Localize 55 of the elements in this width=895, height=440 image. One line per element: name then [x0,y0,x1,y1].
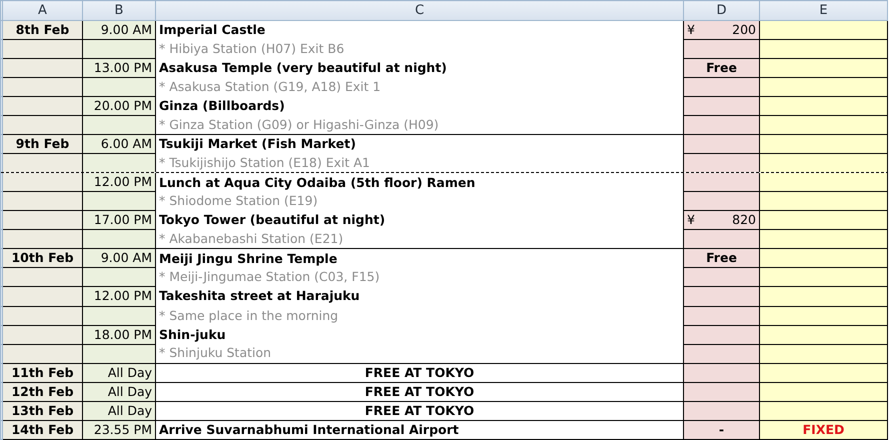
time-cell: All Day [82,401,156,420]
date-cell: 10th Feb [2,248,82,268]
time-cell: 6.00 AM [82,134,156,154]
note-text: * Same place in the morning [159,308,338,323]
cost-cell: Free [684,58,760,78]
time-cell: All Day [82,382,156,402]
activity-text: Imperial Castle [159,22,266,38]
activity-text: Tsukiji Market (Fish Market) [159,136,356,152]
date-cell: 14th Feb [2,420,82,440]
currency-sign: ¥ [687,212,695,229]
column-header[interactable]: B [82,0,156,21]
cost-amount: 820 [732,212,756,229]
activity-text: Meiji Jingu Shrine Temple [159,250,338,266]
column-header[interactable]: A [2,0,82,21]
activity-text: Lunch at Aqua City Odaiba (5th floor) Ramen [159,174,476,190]
time-cell: 9.00 AM [82,248,156,268]
date-cell: 12th Feb [2,382,82,402]
cost-amount: 200 [732,22,756,39]
column-header[interactable]: C [156,0,684,21]
date-cell: 13th Feb [2,401,82,420]
cost-cell: - [684,420,760,440]
note-text: * Shiodome Station (E19) [159,193,318,208]
time-cell: 12.00 PM [82,286,156,306]
column-header[interactable]: D [684,0,760,21]
activity-text: Takeshita street at Harajuku [159,288,360,304]
activity-text: Shin-juku [159,326,226,342]
currency-sign: ¥ [687,22,695,39]
note-text: * Meiji-Jingumae Station (C03, F15) [159,269,380,284]
activity-text: FREE AT TOKYO [364,402,474,418]
note-text: * Ginza Station (G09) or Higashi-Ginza (H09) [159,116,439,132]
time-cell: 13.00 PM [82,58,156,78]
activity-text: Asakusa Temple (very beautiful at night) [159,60,447,76]
time-cell: 9.00 AM [82,20,156,40]
time-cell: 12.00 PM [82,172,156,192]
note-text: * Asakusa Station (G19, A18) Exit 1 [159,79,381,94]
status-cell: FIXED [760,420,888,440]
activity-text: FREE AT TOKYO [364,364,474,380]
column-header[interactable]: E [760,0,888,21]
time-cell: 17.00 PM [82,210,156,230]
date-cell: 9th Feb [2,134,82,154]
note-text: * Hibiya Station (H07) Exit B6 [159,41,344,56]
activity-text: Arrive Suvarnabhumi International Airport [159,422,459,437]
activity-text: Ginza (Billboards) [159,98,285,114]
date-cell: 8th Feb [2,20,82,40]
note-text: * Akabanebashi Station (E21) [159,231,344,246]
date-cell: 11th Feb [2,363,82,382]
time-cell: 20.00 PM [82,96,156,116]
cost-cell: Free [684,248,760,268]
note-text: * Tsukijishijo Station (E18) Exit A1 [159,155,370,170]
activity-text: Tokyo Tower (beautiful at night) [159,212,386,228]
note-text: * Shinjuku Station [159,345,272,360]
time-cell: All Day [82,363,156,382]
time-cell: 23.55 PM [82,420,156,440]
time-cell: 18.00 PM [82,325,156,344]
activity-text: FREE AT TOKYO [364,384,474,399]
